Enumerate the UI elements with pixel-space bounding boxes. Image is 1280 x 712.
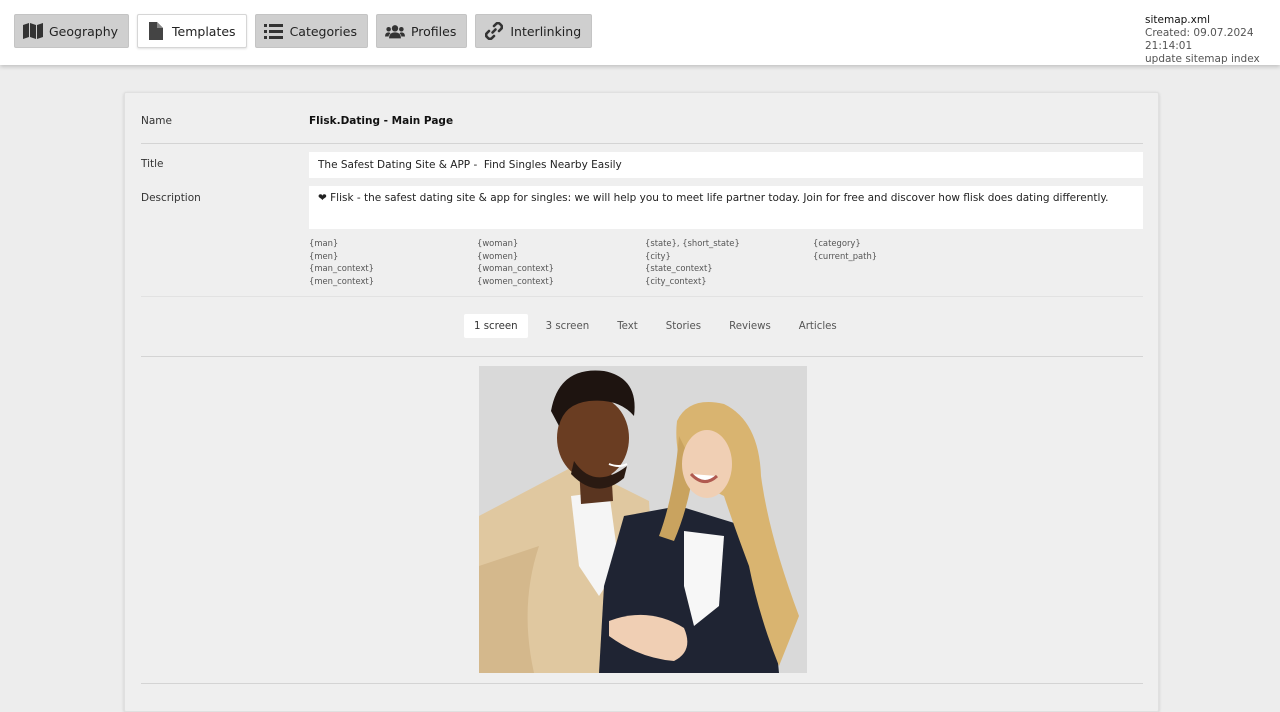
variable-token[interactable]: {city}	[645, 250, 813, 263]
users-icon	[384, 22, 405, 40]
tab-articles[interactable]: Articles	[789, 314, 847, 338]
description-label: Description	[141, 192, 201, 204]
tab-3-screen[interactable]: 3 screen	[536, 314, 600, 338]
variables-column-1: {man} {men} {man_context} {men_context}	[309, 237, 477, 288]
file-icon	[146, 22, 166, 40]
tab-1-screen[interactable]: 1 screen	[464, 314, 528, 338]
sitemap-link[interactable]: sitemap.xml	[1145, 14, 1270, 27]
variable-token[interactable]: {women_context}	[477, 275, 645, 288]
nav-geography-button[interactable]: Geography	[14, 14, 130, 48]
title-field[interactable]	[309, 152, 1143, 178]
tab-text[interactable]: Text	[607, 314, 648, 338]
nav-label: Profiles	[410, 23, 457, 39]
nav-label: Geography	[49, 23, 119, 39]
variables-column-2: {woman} {women} {woman_context} {women_c…	[477, 237, 645, 288]
sitemap-created: Created: 09.07.2024 21:14:01	[1145, 27, 1254, 52]
screen-tabs: 1 screen 3 screen Text Stories Reviews A…	[464, 314, 855, 338]
variable-token[interactable]: {category}	[813, 237, 981, 250]
variable-token[interactable]: {women}	[477, 250, 645, 263]
variable-token[interactable]: {state_context}	[645, 262, 813, 275]
name-label: Name	[141, 115, 172, 127]
nav-label: Categories	[289, 23, 357, 39]
tab-stories[interactable]: Stories	[656, 314, 711, 338]
template-variables: {man} {men} {man_context} {men_context} …	[309, 237, 981, 288]
hero-couple-image	[479, 366, 807, 673]
variables-column-4: {category} {current_path}	[813, 237, 981, 288]
description-field[interactable]: ❤ Flisk - the safest dating site & app f…	[309, 186, 1143, 229]
map-icon	[23, 22, 43, 40]
divider	[141, 356, 1143, 357]
template-editor-card: Name Flisk.Dating - Main Page Title Desc…	[124, 92, 1159, 712]
title-label: Title	[141, 158, 164, 170]
divider	[141, 143, 1143, 144]
variable-token[interactable]: {state}, {short_state}	[645, 237, 813, 250]
variable-token[interactable]: {man}	[309, 237, 477, 250]
nav-profiles-button[interactable]: Profiles	[375, 14, 468, 48]
sitemap-info: sitemap.xml Created: 09.07.2024 21:14:01…	[1145, 14, 1270, 66]
nav-label: Interlinking	[510, 23, 582, 39]
nav-interlinking-button[interactable]: Interlinking	[475, 14, 593, 48]
variables-column-3: {state}, {short_state} {city} {state_con…	[645, 237, 813, 288]
tab-reviews[interactable]: Reviews	[719, 314, 781, 338]
template-name: Flisk.Dating - Main Page	[309, 115, 454, 127]
divider	[141, 683, 1143, 684]
variable-token[interactable]: {man_context}	[309, 262, 477, 275]
nav-label: Templates	[172, 23, 236, 39]
variable-token[interactable]: {men}	[309, 250, 477, 263]
divider	[141, 296, 1143, 297]
variable-token[interactable]: {woman_context}	[477, 262, 645, 275]
variable-token[interactable]: {woman}	[477, 237, 645, 250]
variable-token[interactable]: {men_context}	[309, 275, 477, 288]
main-nav: Geography Templates Categories Profiles …	[14, 14, 593, 48]
top-bar: Geography Templates Categories Profiles …	[0, 0, 1280, 65]
nav-categories-button[interactable]: Categories	[254, 14, 368, 48]
variable-token[interactable]: {current_path}	[813, 250, 981, 263]
list-icon	[264, 22, 284, 40]
variable-token[interactable]: {city_context}	[645, 275, 813, 288]
update-sitemap-link[interactable]: update sitemap index	[1145, 53, 1270, 66]
nav-templates-button[interactable]: Templates	[137, 14, 247, 48]
link-icon	[484, 22, 504, 40]
